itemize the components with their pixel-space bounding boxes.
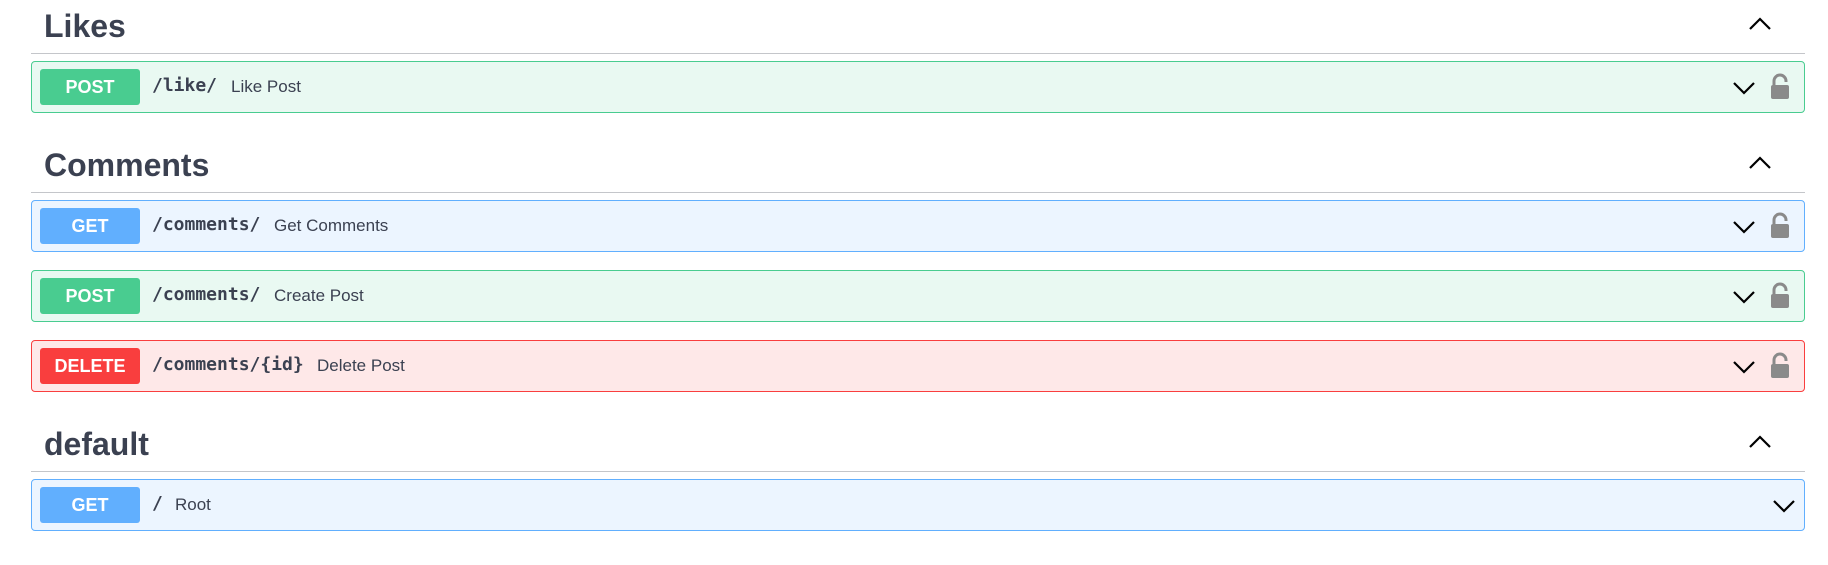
opblock-get-comments[interactable]: GET /comments/ Get Comments	[31, 200, 1805, 252]
endpoint-summary: Create Post	[274, 286, 364, 305]
opblock-post-like[interactable]: POST /like/ Like Post	[31, 61, 1805, 113]
endpoint-summary: Get Comments	[274, 216, 389, 235]
lock-icon[interactable]	[1767, 211, 1793, 241]
endpoint-summary: Delete Post	[317, 356, 405, 375]
endpoint-path: /comments/	[152, 214, 261, 235]
chevron-down-icon[interactable]	[1770, 492, 1798, 520]
opblock-post-comments[interactable]: POST /comments/ Create Post	[31, 270, 1805, 322]
lock-icon[interactable]	[1767, 351, 1793, 381]
tag-header-likes[interactable]: Likes	[31, 8, 1805, 54]
endpoint-summary: Like Post	[231, 77, 301, 96]
tag-title[interactable]: default	[44, 424, 149, 464]
tag-title[interactable]: Likes	[44, 6, 126, 46]
tag-header-comments[interactable]: Comments	[31, 147, 1805, 193]
endpoint-path: /comments/	[152, 284, 261, 305]
chevron-up-icon[interactable]	[1745, 427, 1775, 457]
chevron-down-icon[interactable]	[1730, 283, 1758, 311]
opblock-delete-comments[interactable]: DELETE /comments/{id} Delete Post	[31, 340, 1805, 392]
endpoint-path: /	[152, 493, 163, 514]
endpoint-summary: Root	[175, 495, 211, 514]
chevron-down-icon[interactable]	[1730, 353, 1758, 381]
endpoint-path: /comments/{id}	[152, 354, 304, 375]
chevron-up-icon[interactable]	[1745, 9, 1775, 39]
method-badge: POST	[40, 278, 140, 314]
method-badge: GET	[40, 487, 140, 523]
chevron-down-icon[interactable]	[1730, 74, 1758, 102]
chevron-up-icon[interactable]	[1745, 148, 1775, 178]
tag-header-default[interactable]: default	[31, 426, 1805, 472]
opblock-get-root[interactable]: GET / Root	[31, 479, 1805, 531]
method-badge: GET	[40, 208, 140, 244]
endpoint-path: /like/	[152, 75, 218, 96]
lock-icon[interactable]	[1767, 281, 1793, 311]
method-badge: DELETE	[40, 348, 140, 384]
lock-icon[interactable]	[1767, 72, 1793, 102]
method-badge: POST	[40, 69, 140, 105]
tag-title[interactable]: Comments	[44, 145, 209, 185]
chevron-down-icon[interactable]	[1730, 213, 1758, 241]
